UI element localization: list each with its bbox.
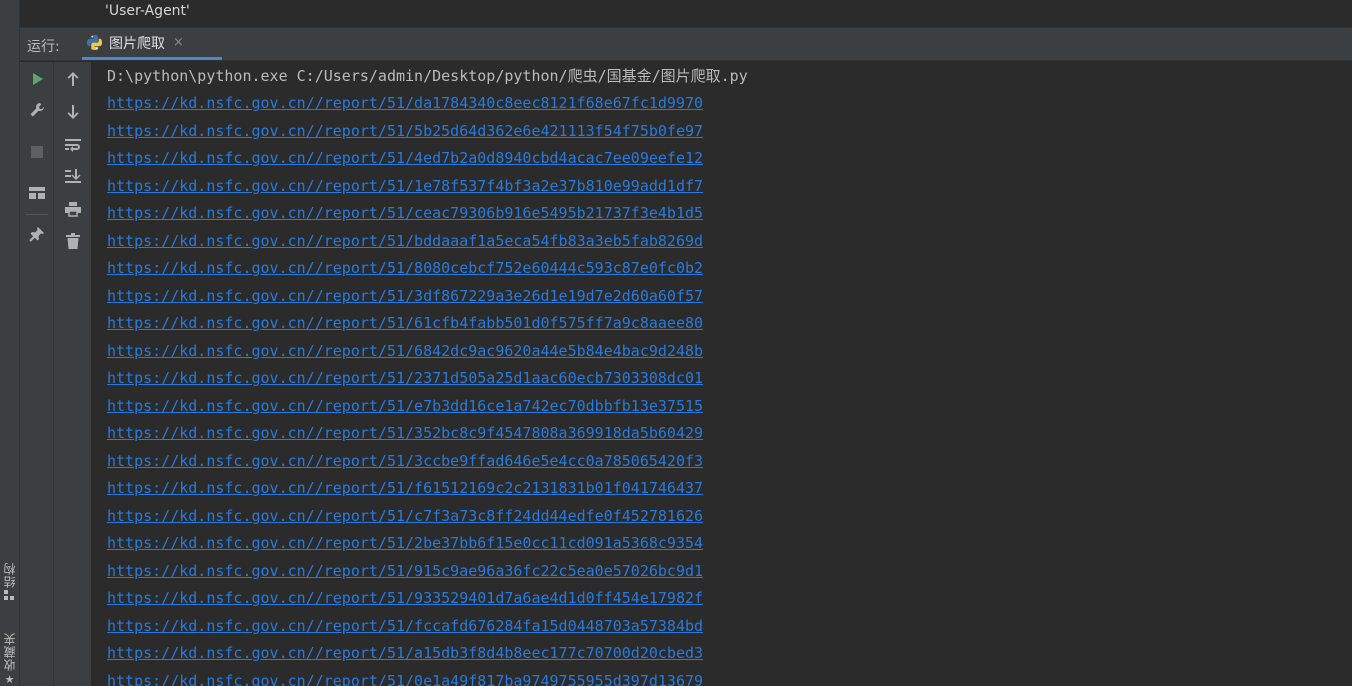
console-link[interactable]: https://kd.nsfc.gov.cn//report/51/3df867… [107,285,703,313]
console-link[interactable]: https://kd.nsfc.gov.cn//report/51/fccafd… [107,615,703,643]
pin-icon [29,227,44,242]
console-link[interactable]: https://kd.nsfc.gov.cn//report/51/4ed7b2… [107,147,703,175]
restore-layout-button[interactable] [23,180,51,206]
run-icon [33,73,43,85]
close-icon[interactable]: × [173,35,184,50]
editor-code-line: 'User-Agent' [105,3,190,19]
structure-icon [4,590,15,604]
trash-icon [66,233,80,249]
console-link[interactable]: https://kd.nsfc.gov.cn//report/51/2371d5… [107,367,703,395]
structure-tool-tab[interactable]: 结构 [0,562,19,604]
run-tab[interactable]: 图片爬取 × [82,28,222,60]
scroll-to-end-icon [65,169,81,183]
console-link[interactable]: https://kd.nsfc.gov.cn//report/51/3ccbe9… [107,450,703,478]
scroll-to-end-button[interactable] [59,163,87,189]
console-link[interactable]: https://kd.nsfc.gov.cn//report/51/c7f3a7… [107,505,703,533]
arrow-up-icon [67,72,79,86]
previous-occurrence-button[interactable] [59,66,87,92]
edit-configuration-button[interactable] [23,97,51,123]
left-tool-stripe: 结构 收藏夹 ★ [0,0,20,686]
pin-tab-button[interactable] [23,221,51,247]
print-button[interactable] [59,196,87,222]
console-link[interactable]: https://kd.nsfc.gov.cn//report/51/1e78f5… [107,175,703,203]
ide-window: 结构 收藏夹 ★ 'User-Agent' 运行: 图片爬取 × D:\pyth… [0,0,1352,686]
rerun-button[interactable] [23,66,51,92]
console-link[interactable]: https://kd.nsfc.gov.cn//report/51/61cfb4… [107,312,703,340]
console-link[interactable]: https://kd.nsfc.gov.cn//report/51/da1784… [107,92,703,120]
console-link[interactable]: https://kd.nsfc.gov.cn//report/51/352bc8… [107,422,703,450]
run-toolbar-secondary [54,62,92,686]
console-link[interactable]: https://kd.nsfc.gov.cn//report/51/2be37b… [107,532,703,560]
run-tab-label: 图片爬取 [109,35,165,52]
console-link[interactable]: https://kd.nsfc.gov.cn//report/51/5b25d6… [107,120,703,148]
console-link[interactable]: https://kd.nsfc.gov.cn//report/51/f61512… [107,477,703,505]
console-link[interactable]: https://kd.nsfc.gov.cn//report/51/933529… [107,587,703,615]
favorites-tool-tab[interactable]: 收藏夹 ★ [0,632,19,686]
stop-icon [31,146,43,158]
wrench-icon [30,103,44,117]
console-link[interactable]: https://kd.nsfc.gov.cn//report/51/6842dc… [107,340,703,368]
run-panel-label: 运行: [27,39,60,55]
layout-icon [29,187,45,199]
toolbar-separator [26,214,48,215]
soft-wrap-button[interactable] [59,132,87,158]
console-command-line: D:\python\python.exe C:/Users/admin/Desk… [107,67,748,85]
console-link[interactable]: https://kd.nsfc.gov.cn//report/51/ceac79… [107,202,703,230]
arrow-down-icon [67,105,79,119]
console-link[interactable]: https://kd.nsfc.gov.cn//report/51/0e1a49… [107,670,703,686]
stop-button[interactable] [23,139,51,165]
run-tab-bar: 运行: 图片爬取 × [20,27,1352,61]
run-toolbar-primary [20,62,54,686]
soft-wrap-icon [65,139,81,152]
next-occurrence-button[interactable] [59,99,87,125]
console-link[interactable]: https://kd.nsfc.gov.cn//report/51/915c9a… [107,560,703,588]
console-output[interactable]: D:\python\python.exe C:/Users/admin/Desk… [92,62,1352,686]
editor-area[interactable]: 'User-Agent' [20,0,1352,26]
console-link[interactable]: https://kd.nsfc.gov.cn//report/51/8080ce… [107,257,703,285]
console-link[interactable]: https://kd.nsfc.gov.cn//report/51/e7b3dd… [107,395,703,423]
python-icon [86,34,103,51]
console-links-list: https://kd.nsfc.gov.cn//report/51/da1784… [107,92,703,686]
structure-tab-label: 结构 [3,562,17,588]
clear-all-button[interactable] [59,228,87,254]
print-icon [65,202,81,217]
favorites-tab-label: 收藏夹 [3,632,17,671]
console-link[interactable]: https://kd.nsfc.gov.cn//report/51/a15db3… [107,642,703,670]
console-link[interactable]: https://kd.nsfc.gov.cn//report/51/bddaaa… [107,230,703,258]
star-icon: ★ [4,673,15,686]
